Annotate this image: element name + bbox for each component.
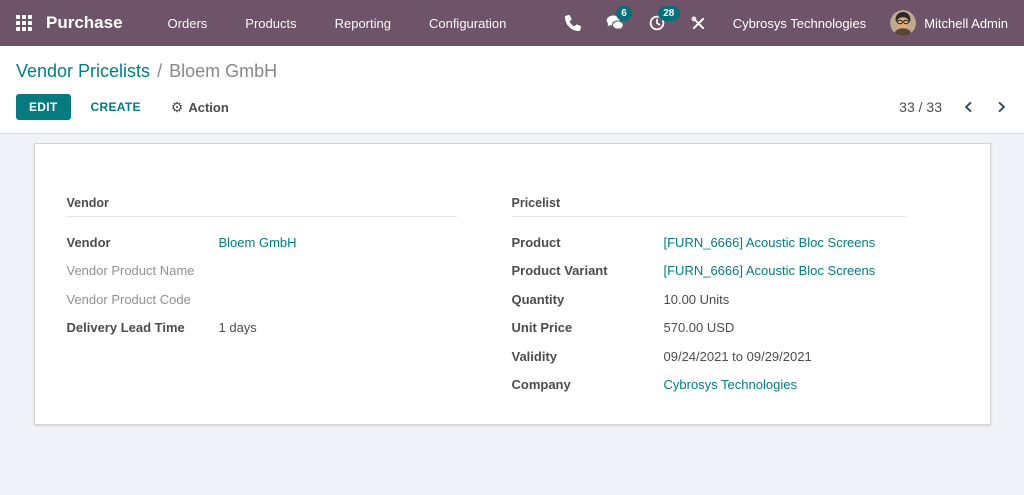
chevron-left-icon: [965, 101, 972, 113]
field-company-label: Company: [511, 377, 571, 393]
activity-clock-icon[interactable]: 28: [647, 6, 680, 33]
user-menu[interactable]: Mitchell Admin: [890, 10, 1008, 36]
field-unit-price-value: 570.00 USD: [663, 320, 735, 336]
pager-next-button[interactable]: [995, 100, 1008, 114]
field-unit-price: Unit Price 570.00 USD: [512, 314, 907, 343]
phone-icon[interactable]: [563, 13, 583, 33]
field-product-variant: Product Variant [FURN_6666] Acoustic Blo…: [512, 257, 907, 286]
pager-previous-button[interactable]: [962, 100, 975, 114]
field-vendor-product-name: Vendor Product Name: [67, 257, 457, 286]
field-unit-price-label: Unit Price: [511, 320, 573, 336]
menu-reporting[interactable]: Reporting: [316, 0, 410, 46]
field-vendor-product-code-label: Vendor Product Code: [66, 291, 191, 307]
apps-grid-icon[interactable]: [16, 15, 32, 31]
form-sheet: Vendor Vendor Bloem GmbH Vendor Product …: [33, 143, 991, 425]
field-quantity-label: Quantity: [511, 291, 565, 307]
action-label: Action: [188, 99, 229, 115]
field-validity: Validity 09/24/2021 to 09/29/2021: [512, 342, 907, 371]
menu-configuration[interactable]: Configuration: [410, 0, 525, 46]
vendor-group-title: Vendor: [66, 196, 457, 217]
user-name: Mitchell Admin: [924, 15, 1008, 31]
pager-value[interactable]: 33 / 33: [899, 99, 942, 115]
main-menu: Orders Products Reporting Configuration: [149, 0, 526, 46]
field-product: Product [FURN_6666] Acoustic Bloc Screen…: [512, 228, 907, 257]
chevron-right-icon: [998, 101, 1005, 113]
field-product-variant-label: Product Variant: [511, 263, 608, 279]
pricelist-group: Pricelist Product [FURN_6666] Acoustic B…: [511, 196, 907, 400]
field-validity-value: 09/24/2021 to 09/29/2021: [663, 348, 812, 364]
field-quantity-value: 10.00 Units: [663, 291, 730, 307]
tools-icon[interactable]: [689, 13, 709, 33]
field-product-label: Product: [511, 234, 561, 250]
field-vendor-product-code: Vendor Product Code: [67, 285, 457, 314]
field-company-value[interactable]: Cybrosys Technologies: [664, 377, 797, 392]
menu-orders[interactable]: Orders: [149, 0, 227, 46]
top-navbar: Purchase Orders Products Reporting Confi…: [0, 0, 1024, 46]
pricelist-group-title: Pricelist: [511, 196, 907, 217]
form-view-background: Vendor Vendor Bloem GmbH Vendor Product …: [0, 134, 1024, 495]
chat-badge: 6: [615, 6, 633, 21]
app-name-menu[interactable]: Purchase: [46, 13, 123, 33]
field-product-value[interactable]: [FURN_6666] Acoustic Bloc Screens: [664, 235, 876, 250]
field-delivery-lead-time: Delivery Lead Time 1 days: [67, 314, 457, 343]
activity-badge: 28: [657, 6, 680, 21]
create-button[interactable]: CREATE: [91, 100, 141, 114]
field-product-variant-value[interactable]: [FURN_6666] Acoustic Bloc Screens: [664, 263, 876, 278]
breadcrumb: Vendor Pricelists / Bloem GmbH: [16, 59, 1008, 83]
field-company: Company Cybrosys Technologies: [512, 371, 907, 400]
systray: 6 28 Cybrosys Technologies Mitchell Admi…: [541, 6, 1008, 36]
breadcrumb-current: Bloem GmbH: [169, 61, 278, 81]
field-vendor-value[interactable]: Bloem GmbH: [219, 235, 297, 250]
vendor-group: Vendor Vendor Bloem GmbH Vendor Product …: [66, 196, 457, 399]
field-validity-label: Validity: [511, 348, 558, 364]
field-quantity: Quantity 10.00 Units: [512, 285, 907, 314]
action-button[interactable]: ⚙ Action: [171, 99, 229, 116]
field-vendor-product-name-label: Vendor Product Name: [66, 263, 195, 279]
field-vendor: Vendor Bloem GmbH: [67, 228, 457, 257]
company-switcher[interactable]: Cybrosys Technologies: [733, 16, 866, 31]
field-delivery-lead-time-value: 1 days: [218, 320, 257, 336]
field-vendor-label: Vendor: [66, 234, 111, 250]
pager: 33 / 33: [899, 99, 1008, 115]
gear-icon: ⚙: [170, 98, 184, 115]
menu-products[interactable]: Products: [226, 0, 315, 46]
breadcrumb-parent-link[interactable]: Vendor Pricelists: [16, 61, 150, 81]
chat-icon[interactable]: 6: [605, 6, 633, 33]
edit-button[interactable]: EDIT: [16, 94, 71, 120]
control-panel: Vendor Pricelists / Bloem GmbH EDIT CREA…: [0, 46, 1024, 134]
field-delivery-lead-time-label: Delivery Lead Time: [66, 320, 185, 336]
breadcrumb-separator: /: [157, 61, 163, 81]
user-avatar: [890, 10, 917, 36]
